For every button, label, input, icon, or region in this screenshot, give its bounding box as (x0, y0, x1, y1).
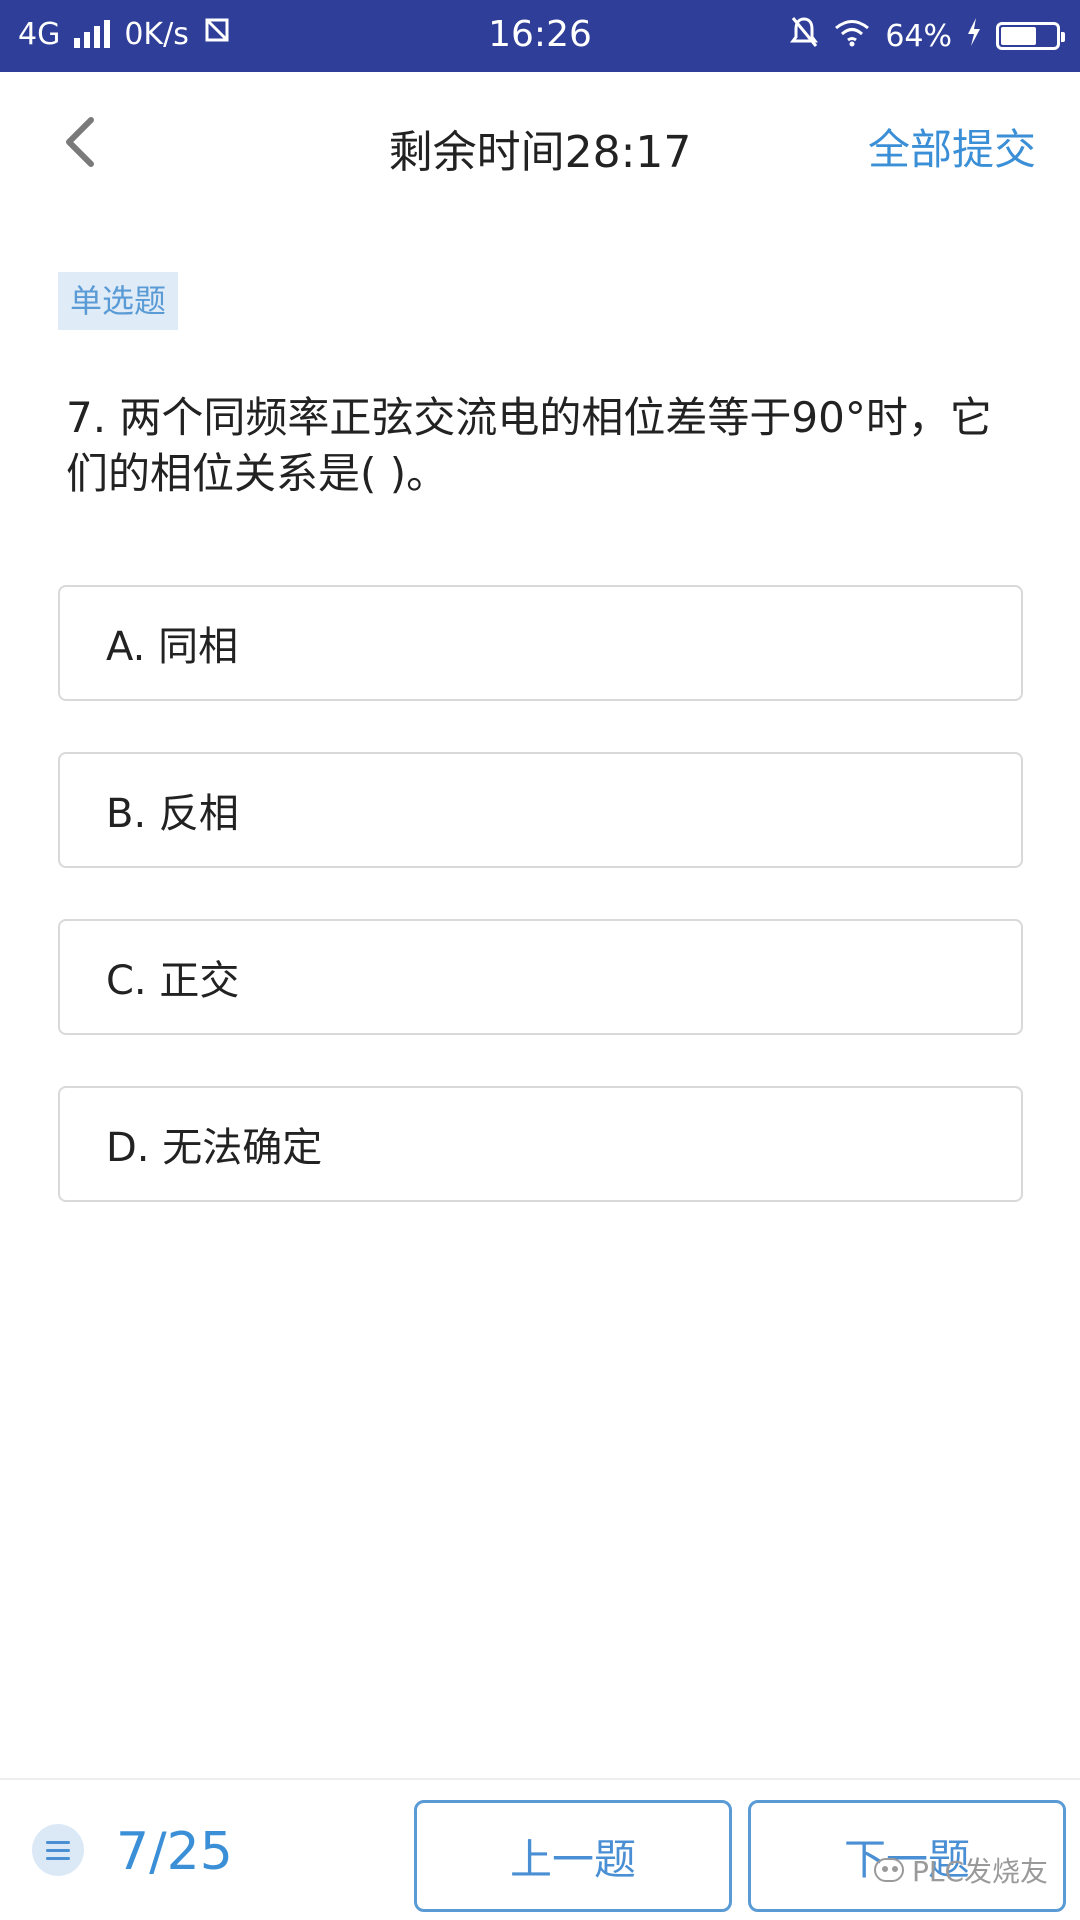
status-bar: 4G 0K/s 16:26 64% (0, 0, 1080, 72)
option-c[interactable]: C. 正交 (58, 919, 1023, 1035)
watermark: PLC发烧友 (873, 1850, 1048, 1890)
options-list: A. 同相 B. 反相 C. 正交 D. 无法确定 (58, 585, 1023, 1253)
previous-question-button[interactable]: 上一题 (414, 1800, 732, 1912)
option-a[interactable]: A. 同相 (58, 585, 1023, 701)
option-b[interactable]: B. 反相 (58, 752, 1023, 868)
battery-percent: 64% (885, 18, 952, 54)
wechat-icon (873, 1858, 904, 1882)
battery-icon (996, 22, 1065, 50)
watermark-text: PLC发烧友 (911, 1855, 1048, 1888)
nav-bar: 剩余时间28:17 全部提交 (0, 72, 1080, 222)
question-type-badge: 单选题 (58, 272, 179, 330)
bottom-bar: 7/25 上一题 下一题 PLC发烧友 (0, 1778, 1080, 1920)
submit-all-button[interactable]: 全部提交 (868, 116, 1036, 177)
question-progress: 7/25 (116, 1822, 233, 1882)
battery-fill (1001, 27, 1036, 45)
charging-icon (966, 18, 982, 54)
question-text: 7. 两个同频率正弦交流电的相位差等于90°时，它们的相位关系是( )。 (66, 393, 992, 498)
question-list-icon[interactable] (32, 1824, 84, 1876)
option-d[interactable]: D. 无法确定 (58, 1086, 1023, 1202)
wifi-icon (833, 17, 871, 55)
status-right: 64% (789, 16, 1065, 56)
mute-bell-icon (789, 16, 819, 56)
